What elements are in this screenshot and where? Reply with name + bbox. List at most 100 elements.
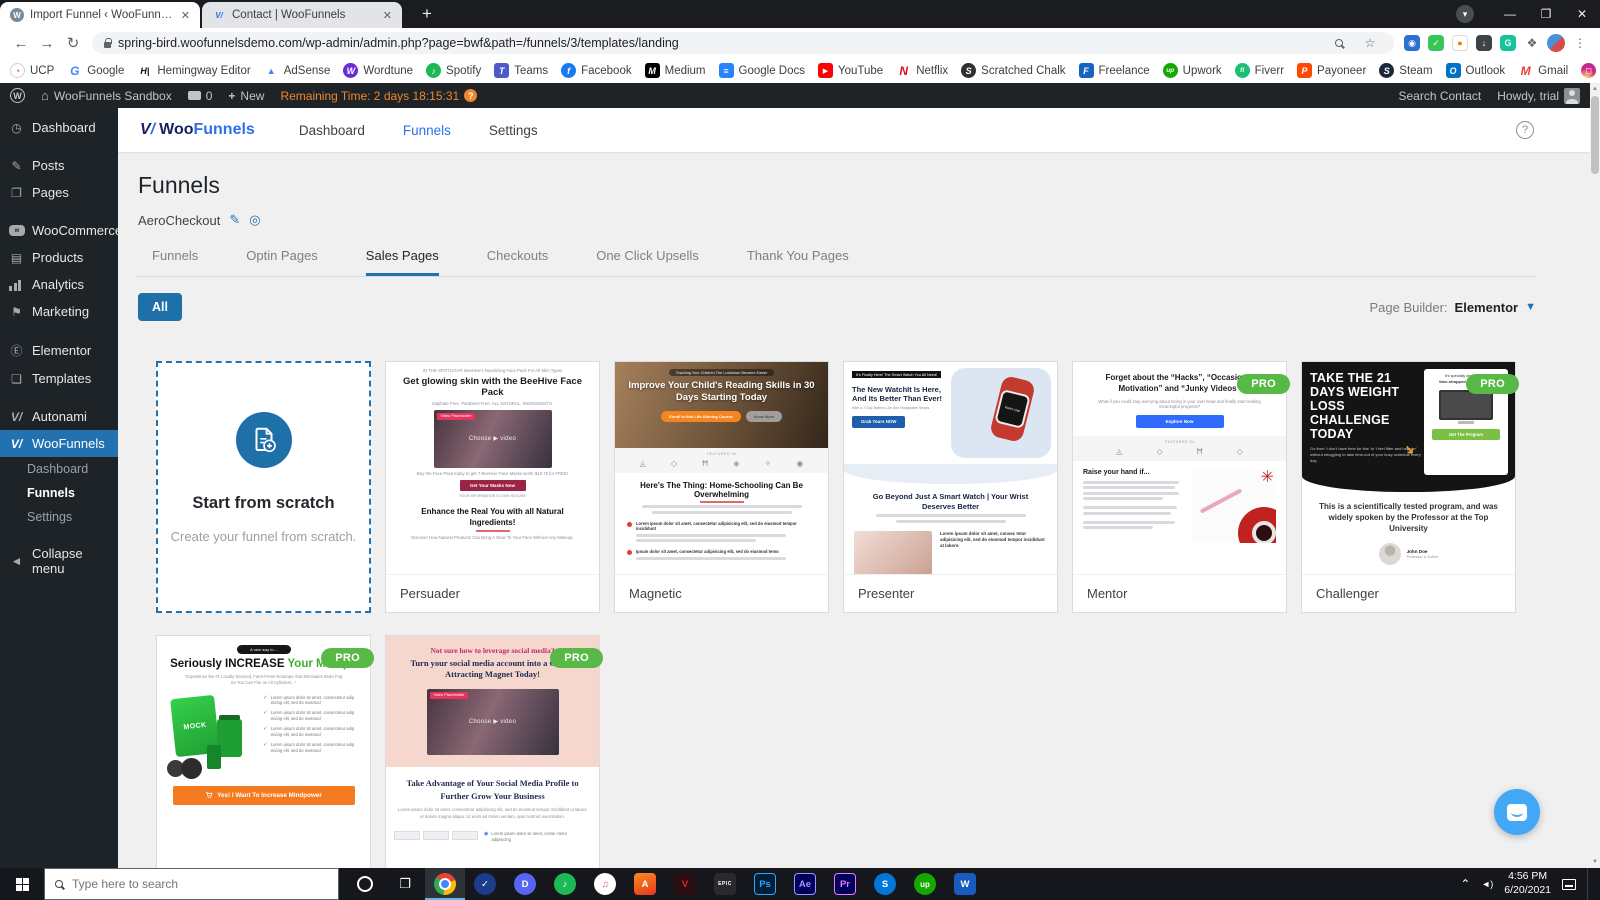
view-eye-icon[interactable]: ◎ (249, 212, 260, 228)
zoom-search-icon[interactable] (1327, 32, 1351, 54)
bookmark-youtube[interactable]: ▶ YouTube (818, 63, 883, 78)
help-question-icon[interactable]: ? (464, 89, 478, 102)
bookmark-teams[interactable]: T Teams (494, 63, 548, 78)
scrollbar-thumb[interactable] (1591, 96, 1599, 174)
template-card-mindpower[interactable]: PRO A new way to... Seriously INCREASE Y… (156, 635, 374, 868)
taskbar-search[interactable] (44, 868, 339, 900)
url-input[interactable] (118, 36, 1320, 50)
bookmark-steam[interactable]: S Steam (1379, 63, 1433, 78)
taskbar-app-spotify[interactable]: ♪ (545, 868, 585, 900)
comments-menu[interactable]: 0 (187, 89, 212, 103)
bookmark-hemingway[interactable]: H| Hemingway Editor (137, 63, 250, 78)
taskbar-app-premiere[interactable]: Pr (825, 868, 865, 900)
window-close-button[interactable]: ✕ (1564, 0, 1600, 28)
tab-funnels[interactable]: Funnels (152, 248, 198, 276)
bookmark-spotify[interactable]: ♪ Spotify (426, 63, 481, 78)
sidebar-item-woofunnels[interactable]: V/WooFunnels (0, 430, 118, 457)
bookmark-medium[interactable]: M Medium (644, 63, 706, 78)
bookmark-instagram[interactable]: ◻Instagram (1581, 63, 1600, 78)
bookmark-gmail[interactable]: M Gmail (1518, 63, 1569, 78)
tab-sales-pages[interactable]: Sales Pages (365, 248, 439, 276)
template-card-challenger[interactable]: PRO TAKE THE 21 DAYS WEIGHT LOSS CHALLEN… (1301, 361, 1519, 613)
tab-close-icon[interactable]: ✕ (179, 9, 192, 22)
extension-screenshot-icon[interactable]: ◉ (1400, 32, 1424, 54)
sidebar-item-elementor[interactable]: Ⓔ Elementor (0, 336, 118, 365)
help-circle-icon[interactable]: ? (1516, 121, 1534, 139)
volume-icon[interactable]: ◄) (1481, 879, 1493, 889)
taskbar-app-todo[interactable]: ✓ (465, 868, 505, 900)
forward-button[interactable]: → (34, 35, 60, 52)
edit-pencil-icon[interactable]: ✎ (229, 212, 240, 228)
extension-session-icon[interactable]: ● (1448, 32, 1472, 54)
window-restore-button[interactable]: ❐ (1528, 0, 1564, 28)
taskbar-app-skype[interactable]: S (865, 868, 905, 900)
browser-tab-active[interactable]: W Import Funnel ‹ WooFunnels — V ✕ (0, 2, 200, 28)
tab-checkouts[interactable]: Checkouts (487, 248, 548, 276)
taskbar-app-chrome[interactable] (425, 868, 465, 900)
browser-avatar[interactable] (1544, 32, 1568, 54)
scrollbar-down-arrow[interactable]: ▼ (1590, 856, 1600, 868)
bookmark-freelance[interactable]: F Freelance (1078, 63, 1150, 78)
sidebar-item-dashboard[interactable]: ◷ Dashboard (0, 114, 118, 141)
sidebar-subitem-dashboard[interactable]: Dashboard (0, 457, 118, 481)
reload-button[interactable]: ↻ (60, 34, 86, 52)
new-tab-button[interactable]: + (414, 1, 440, 27)
search-contact-menu[interactable]: Search Contact (1398, 89, 1481, 103)
bookmark-netflix[interactable]: N Netflix (896, 63, 948, 78)
taskbar-app-v[interactable]: V (665, 868, 705, 900)
extension-grammarly-icon[interactable]: G (1496, 32, 1520, 54)
bookmark-google[interactable]: G Google (67, 63, 124, 78)
start-from-scratch-card[interactable]: Start from scratch Create your funnel fr… (156, 361, 371, 613)
bookmark-outlook[interactable]: O Outlook (1445, 63, 1505, 78)
template-card-magnetic[interactable]: Teaching Your Children The Lockdown Beca… (614, 361, 829, 613)
taskbar-search-input[interactable] (72, 877, 302, 891)
bookmark-ucp[interactable]: ◔ UCP (10, 63, 54, 78)
taskbar-app-upwork[interactable]: up (905, 868, 945, 900)
tab-optin-pages[interactable]: Optin Pages (246, 248, 318, 276)
start-button[interactable] (0, 868, 44, 900)
taskbar-app-word[interactable]: W (945, 868, 985, 900)
sidebar-subitem-funnels[interactable]: Funnels (0, 481, 118, 505)
template-card-presenter[interactable]: Watch Logo It's Finally Here! The Smart … (843, 361, 1058, 613)
template-card-social-media[interactable]: PRO Not sure how to leverage social medi… (385, 635, 603, 868)
bookmark-payoneer[interactable]: P Payoneer (1297, 63, 1366, 78)
taskbar-app-after-effects[interactable]: Ae (785, 868, 825, 900)
bookmark-adsense[interactable]: ▲ AdSense (264, 63, 331, 78)
tray-chevron-up-icon[interactable]: ⌃ (1460, 877, 1470, 891)
taskbar-app-task-view[interactable]: ❐ (385, 868, 425, 900)
wp-logo-menu[interactable]: W (10, 88, 25, 103)
page-scrollbar[interactable]: ▲ ▼ (1590, 83, 1600, 868)
template-card-mentor[interactable]: PRO Forget about the “Hacks”, “Occasiona… (1072, 361, 1290, 613)
site-name-menu[interactable]: ⌂ WooFunnels Sandbox (41, 88, 172, 103)
scrollbar-up-arrow[interactable]: ▲ (1590, 83, 1600, 95)
chat-widget-button[interactable] (1494, 789, 1540, 835)
taskbar-app-epic-games[interactable]: EPIC (705, 868, 745, 900)
bookmark-star-icon[interactable]: ☆ (1358, 32, 1382, 54)
filter-all-button[interactable]: All (138, 293, 182, 321)
bookmark-google-docs[interactable]: ≡ Google Docs (718, 63, 805, 78)
taskbar-clock[interactable]: 4:56 PM 6/20/2021 (1504, 870, 1551, 897)
new-content-menu[interactable]: + New (228, 89, 264, 103)
browser-profile-chevron-icon[interactable]: ▾ (1456, 5, 1474, 23)
taskbar-app-cortana[interactable] (345, 868, 385, 900)
collapse-menu-button[interactable]: ◄ Collapse menu (0, 540, 118, 582)
taskbar-app-photoshop[interactable]: Ps (745, 868, 785, 900)
tab-one-click-upsells[interactable]: One Click Upsells (596, 248, 699, 276)
extension-adblock-icon[interactable]: ✓ (1424, 32, 1448, 54)
sidebar-item-woocommerce[interactable]: w WooCommerce (0, 217, 122, 244)
howdy-account-menu[interactable]: Howdy, trial (1497, 87, 1580, 104)
topnav-funnels[interactable]: Funnels (403, 123, 451, 138)
sidebar-item-analytics[interactable]: Analytics (0, 271, 118, 298)
bookmark-facebook[interactable]: f Facebook (561, 63, 632, 78)
sidebar-item-products[interactable]: ▤ Products (0, 244, 118, 271)
sidebar-item-pages[interactable]: ❐ Pages (0, 179, 118, 206)
tab-close-icon[interactable]: ✕ (381, 9, 394, 22)
extensions-puzzle-icon[interactable]: ❖ (1520, 32, 1544, 54)
bookmark-fiverr[interactable]: fi Fiverr (1234, 63, 1284, 78)
sidebar-item-templates[interactable]: ❏ Templates (0, 365, 118, 392)
back-button[interactable]: ← (8, 35, 34, 52)
extension-download-icon[interactable]: ↓ (1472, 32, 1496, 54)
taskbar-app-discord[interactable]: D (505, 868, 545, 900)
taskbar-app-orange-a[interactable]: A (625, 868, 665, 900)
template-card-persuader[interactable]: IN THE SPOTLIGHT: BeeHive's Nourishing F… (385, 361, 600, 613)
